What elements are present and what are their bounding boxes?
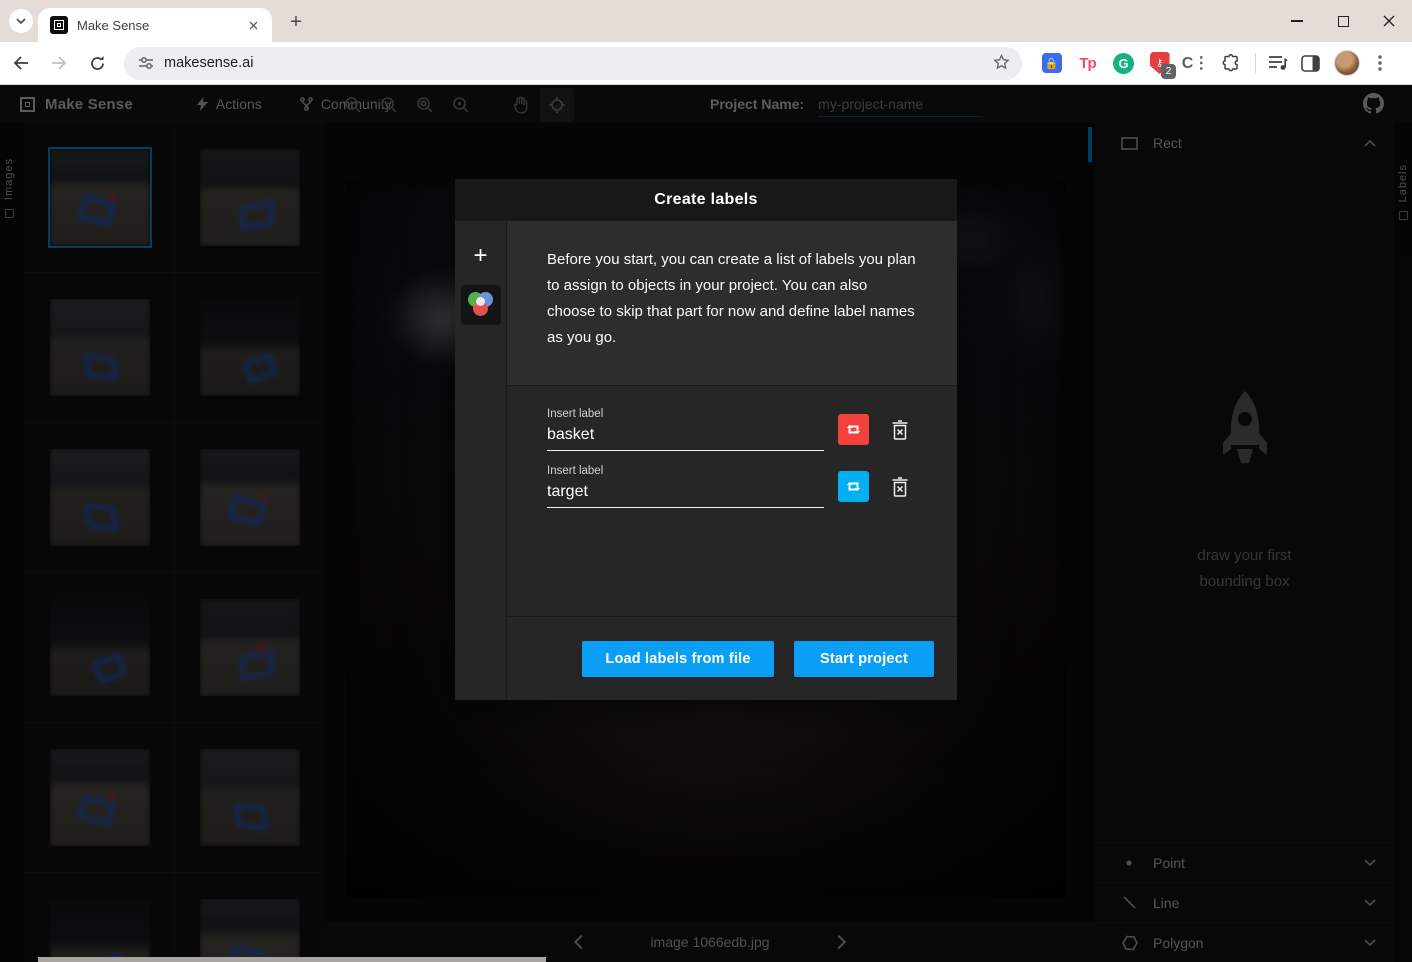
bookmark-star-icon[interactable] (993, 54, 1010, 71)
url-text[interactable]: makesense.ai (164, 55, 253, 71)
profile-avatar[interactable] (1334, 50, 1360, 76)
modal-description: Before you start, you can create a list … (507, 221, 957, 386)
maximize-button[interactable] (1320, 0, 1366, 42)
label-row: Insert label (547, 408, 909, 451)
tab-close-icon[interactable] (244, 16, 262, 34)
color-palette-icon[interactable] (461, 285, 501, 325)
side-panel-icon[interactable] (1297, 50, 1324, 77)
window-controls (1274, 0, 1412, 42)
shuffle-color-button[interactable] (838, 471, 869, 502)
start-project-button[interactable]: Start project (794, 641, 934, 677)
modal-title: Create labels (455, 179, 957, 221)
tab-strip: Make Sense + (0, 0, 1412, 42)
tab-search-button[interactable] (9, 9, 33, 33)
label-rows: Insert label Insert label (507, 386, 957, 616)
privacy-shield-extension-icon[interactable]: 🔒 (1038, 50, 1065, 77)
create-labels-modal: Create labels + Before you start, you ca… (455, 179, 957, 700)
back-icon[interactable] (4, 46, 38, 80)
new-tab-button[interactable]: + (283, 9, 309, 35)
extension-badge: 2 (1161, 64, 1176, 79)
extension-icons: 🔒 Tp G ⚷ 2 C⋮ (1038, 50, 1245, 77)
grammarly-extension-icon[interactable]: G (1110, 50, 1137, 77)
kebab-menu-icon[interactable] (1366, 50, 1393, 77)
delete-label-icon[interactable] (891, 420, 909, 440)
label-input[interactable] (547, 481, 824, 508)
delete-label-icon[interactable] (891, 477, 909, 497)
label-input[interactable] (547, 424, 824, 451)
address-bar[interactable]: makesense.ai (124, 47, 1022, 80)
shuffle-color-button[interactable] (838, 414, 869, 445)
extensions-puzzle-icon[interactable] (1218, 50, 1245, 77)
c-extension-icon[interactable]: C⋮ (1182, 50, 1209, 77)
insert-label-caption: Insert label (547, 408, 824, 420)
adguard-extension-icon[interactable]: ⚷ 2 (1146, 50, 1173, 77)
site-info-icon[interactable] (138, 55, 154, 71)
browser-window: Make Sense + makesense.ai (0, 0, 1412, 962)
add-label-button[interactable]: + (466, 241, 496, 271)
makesense-favicon (50, 16, 68, 34)
modal-side-rail: + (455, 221, 507, 700)
forward-icon[interactable] (42, 46, 76, 80)
media-playlist-icon[interactable] (1264, 50, 1291, 77)
label-row: Insert label (547, 465, 909, 508)
horizontal-scrollbar-thumb[interactable] (38, 957, 546, 962)
reload-icon[interactable] (80, 46, 114, 80)
close-button[interactable] (1366, 0, 1412, 42)
tampermonkey-extension-icon[interactable]: Tp (1074, 50, 1101, 77)
insert-label-caption: Insert label (547, 465, 824, 477)
toolbar-separator (1255, 53, 1256, 73)
load-labels-button[interactable]: Load labels from file (582, 641, 774, 677)
minimize-button[interactable] (1274, 0, 1320, 42)
browser-tab[interactable]: Make Sense (38, 8, 272, 42)
modal-footer: Load labels from file Start project (507, 616, 957, 700)
tab-title: Make Sense (77, 18, 244, 33)
browser-toolbar: makesense.ai 🔒 Tp G ⚷ 2 C⋮ (0, 42, 1412, 85)
